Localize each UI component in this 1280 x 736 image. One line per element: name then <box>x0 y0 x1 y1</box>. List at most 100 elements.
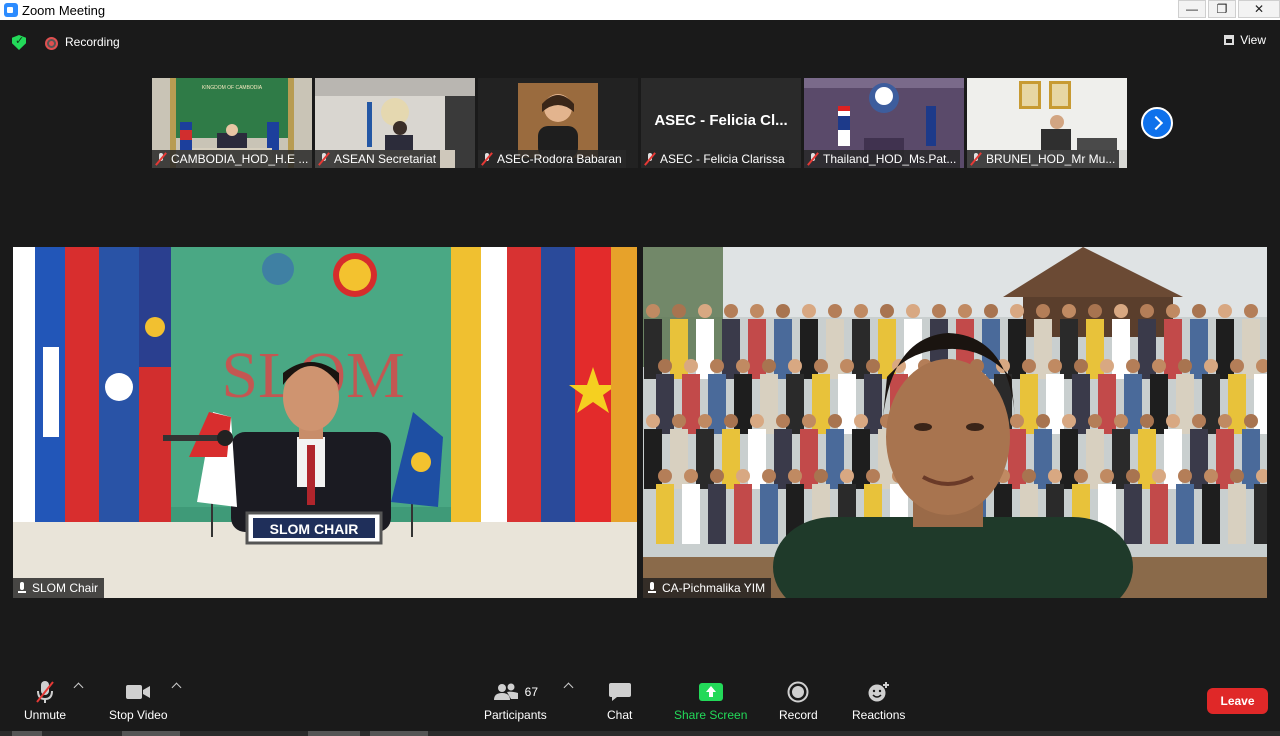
crowd-person-body <box>1228 484 1246 544</box>
view-label: View <box>1240 33 1266 47</box>
crowd-person-head <box>1062 304 1076 318</box>
crowd-person-head <box>802 414 816 428</box>
muted-mic-icon <box>807 153 819 165</box>
crowd-person-head <box>762 359 776 373</box>
crowd-person-head <box>1010 304 1024 318</box>
crowd-person-head <box>1126 359 1140 373</box>
participant-thumbnail[interactable]: KINGDOM OF CAMBODIA CAMBODIA_HOD_H.E ... <box>152 78 312 168</box>
crowd-person-head <box>1100 359 1114 373</box>
crowd-person-head <box>658 469 672 483</box>
crowd-person-head <box>1192 304 1206 318</box>
video-nametag: CA-Pichmalika YIM <box>643 578 772 598</box>
crowd-person-body <box>1202 484 1220 544</box>
leave-meeting-button[interactable]: Leave <box>1207 688 1268 714</box>
main-video-tile[interactable]: SLOM SLOM CHAIR S <box>13 247 637 598</box>
taskbar-item[interactable] <box>12 731 42 736</box>
crowd-person-head <box>1036 414 1050 428</box>
crowd-person-head <box>1178 359 1192 373</box>
thumbnail-nametag: ASEAN Secretariat <box>315 150 441 168</box>
crowd-person-head <box>1048 469 1062 483</box>
participants-options-caret-icon[interactable] <box>563 682 574 693</box>
crowd-person-head <box>762 469 776 483</box>
participant-name: ASEC - Felicia Clarissa <box>660 152 785 166</box>
os-taskbar-edge <box>0 731 1280 736</box>
participant-name: Thailand_HOD_Ms.Pat... <box>823 152 957 166</box>
video-options-caret-icon[interactable] <box>171 682 182 693</box>
participant-thumbnail[interactable]: BRUNEI_HOD_Mr Mu... <box>967 78 1127 168</box>
crowd-person-head <box>840 359 854 373</box>
taskbar-item[interactable] <box>122 731 180 736</box>
crowd-person-head <box>814 469 828 483</box>
crowd-person-head <box>1062 414 1076 428</box>
minimize-button[interactable]: — <box>1178 0 1206 18</box>
crowd-person-head <box>1048 359 1062 373</box>
reactions-button[interactable]: Reactions <box>852 680 905 722</box>
participant-thumbnail[interactable]: ASEC-Rodora Babaran <box>478 78 638 168</box>
muted-mic-icon <box>970 153 982 165</box>
crowd-person-head <box>984 304 998 318</box>
crowd-person-head <box>1022 469 1036 483</box>
crowd-person-head <box>776 414 790 428</box>
crowd-person-head <box>1114 304 1128 318</box>
crowd-person-head <box>840 469 854 483</box>
crowd-person-head <box>1192 414 1206 428</box>
chat-button[interactable]: Chat <box>607 680 632 722</box>
participant-thumbnail[interactable]: ASEAN Secretariat <box>315 78 475 168</box>
crowd-person-head <box>854 414 868 428</box>
crowd-person-head <box>788 469 802 483</box>
thumbnail-nametag: CAMBODIA_HOD_H.E ... <box>152 150 312 168</box>
next-page-arrow-button[interactable] <box>1141 107 1173 139</box>
window-controls: — ❐ ✕ <box>1176 0 1280 20</box>
share-screen-button[interactable]: Share Screen <box>674 680 747 722</box>
unmute-label: Unmute <box>24 708 67 722</box>
participant-name: CA-Pichmalika YIM <box>662 581 766 595</box>
encryption-shield-icon[interactable] <box>12 35 26 50</box>
crowd-person-head <box>854 304 868 318</box>
taskbar-item[interactable] <box>370 731 428 736</box>
crowd-person-head <box>736 469 750 483</box>
unmute-button[interactable]: Unmute <box>24 680 66 722</box>
crowd-person-head <box>1166 304 1180 318</box>
participant-name: SLOM Chair <box>32 581 99 595</box>
crowd-person-head <box>1178 469 1192 483</box>
crowd-person-head <box>802 304 816 318</box>
crowd-person-head <box>906 304 920 318</box>
crowd-person-head <box>1230 469 1244 483</box>
crowd-person-head <box>866 359 880 373</box>
crowd-person-head <box>724 304 738 318</box>
close-button[interactable]: ✕ <box>1238 0 1280 18</box>
recording-label: Recording <box>65 35 120 49</box>
muted-mic-icon <box>644 153 656 165</box>
participants-count: 67 <box>524 685 539 699</box>
participant-thumbnail[interactable]: Thailand_HOD_Ms.Pat... <box>804 78 964 168</box>
slom-chair-placard-text: SLOM CHAIR <box>270 521 359 537</box>
crowd-person-head <box>736 359 750 373</box>
audio-options-caret-icon[interactable] <box>73 682 84 693</box>
restore-button[interactable]: ❐ <box>1208 0 1236 18</box>
crowd-person-head <box>672 304 686 318</box>
meeting-controls-toolbar: Unmute Stop Video 67 Participants Chat S… <box>0 672 1280 736</box>
participant-name: CAMBODIA_HOD_H.E ... <box>171 152 309 166</box>
taskbar-item[interactable] <box>308 731 360 736</box>
crowd-person-head <box>1088 414 1102 428</box>
crowd-person-head <box>684 359 698 373</box>
stop-video-button[interactable]: Stop Video <box>109 680 168 722</box>
main-video-tile[interactable]: CA-Pichmalika YIM <box>643 247 1267 598</box>
recording-indicator-icon <box>45 37 58 50</box>
participant-thumbnail[interactable]: ASEC - Felicia Cl... ASEC - Felicia Clar… <box>641 78 801 168</box>
crowd-person-head <box>932 304 946 318</box>
view-button[interactable]: View <box>1224 33 1266 47</box>
crowd-person-head <box>1074 359 1088 373</box>
record-button[interactable]: Record <box>779 680 818 722</box>
crowd-person-head <box>1126 469 1140 483</box>
thumbnail-nametag: Thailand_HOD_Ms.Pat... <box>804 150 961 168</box>
participant-name: ASEC-Rodora Babaran <box>497 152 622 166</box>
participants-button[interactable]: 67 Participants <box>484 680 547 722</box>
crowd-person-head <box>1114 414 1128 428</box>
crowd-person-body <box>1124 484 1142 544</box>
crowd-person-head <box>880 304 894 318</box>
crowd-person-head <box>724 414 738 428</box>
crowd-person-head <box>646 304 660 318</box>
crowd-person-head <box>828 414 842 428</box>
crowd-person-head <box>1036 304 1050 318</box>
